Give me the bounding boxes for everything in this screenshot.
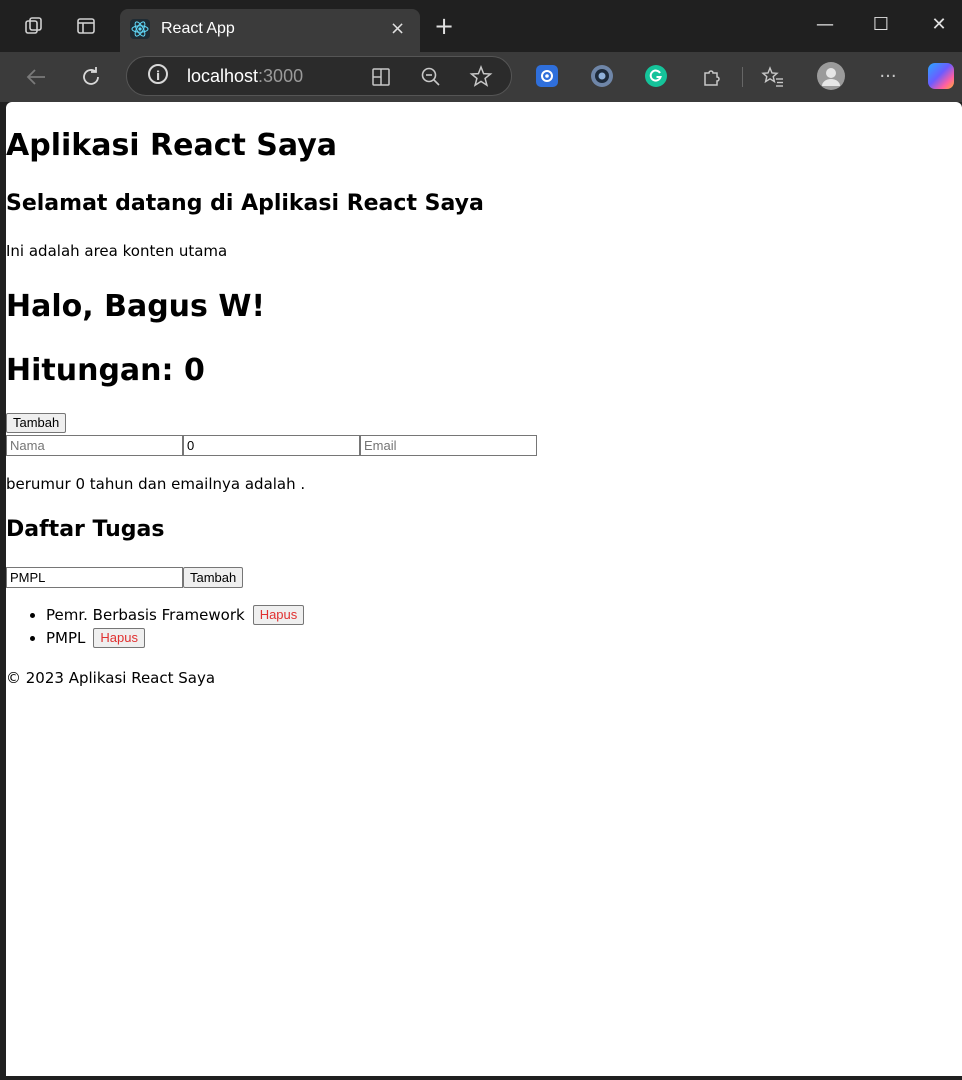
app-title: Aplikasi React Saya <box>6 128 338 163</box>
task-label: PMPL <box>46 629 86 647</box>
page-viewport: Aplikasi React Saya Selamat datang di Ap… <box>6 102 962 1076</box>
tasks-heading: Daftar Tugas <box>6 517 165 542</box>
greeting-heading: Halo, Bagus W! <box>6 289 266 324</box>
site-info-icon[interactable]: i <box>148 64 168 84</box>
url-text[interactable]: localhost:3000 <box>187 66 303 87</box>
browser-tab[interactable]: React App × <box>120 9 420 52</box>
address-bar[interactable] <box>126 56 512 96</box>
task-item: Pemr. Berbasis Framework Hapus <box>46 604 446 627</box>
more-menu-icon[interactable]: ··· <box>875 64 901 90</box>
zoom-out-icon[interactable] <box>418 64 444 90</box>
welcome-heading: Selamat datang di Aplikasi React Saya <box>6 191 484 216</box>
grammarly-icon[interactable] <box>645 65 667 87</box>
profile-avatar-icon[interactable] <box>817 62 845 90</box>
tab-close-icon[interactable]: × <box>390 18 405 40</box>
task-input[interactable] <box>6 567 183 588</box>
toolbar-separator <box>742 67 743 87</box>
add-count-button[interactable]: Tambah <box>6 413 67 433</box>
workspaces-icon[interactable] <box>21 14 45 38</box>
task-list: Pemr. Berbasis Framework Hapus PMPL Hapus <box>6 604 446 650</box>
task-item: PMPL Hapus <box>46 627 446 650</box>
age-email-text: berumur 0 tahun dan emailnya adalah . <box>6 475 306 493</box>
extension-blue-icon[interactable] <box>536 65 558 87</box>
favorite-star-icon[interactable] <box>468 64 494 90</box>
extensions-icon[interactable] <box>699 64 725 90</box>
minimize-icon[interactable]: — <box>810 10 840 40</box>
add-task-button[interactable]: Tambah <box>183 567 244 588</box>
counter-heading: Hitungan: 0 <box>6 353 205 388</box>
task-label: Pemr. Berbasis Framework <box>46 606 245 624</box>
copilot-icon[interactable] <box>928 63 954 89</box>
age-input[interactable] <box>183 435 360 456</box>
delete-task-button[interactable]: Hapus <box>252 605 305 625</box>
delete-task-button[interactable]: Hapus <box>93 628 145 648</box>
split-screen-icon[interactable] <box>368 64 394 90</box>
email-input[interactable] <box>360 435 537 456</box>
refresh-icon[interactable] <box>78 64 104 90</box>
favorites-icon[interactable] <box>760 64 786 90</box>
tab-actions-icon[interactable] <box>74 14 98 38</box>
react-logo-icon <box>130 19 150 39</box>
tab-title: React App <box>161 20 235 37</box>
browser-title-bar: React App × + — ☐ ✕ <box>0 0 962 52</box>
content-text: Ini adalah area konten utama <box>6 242 228 260</box>
close-window-icon[interactable]: ✕ <box>924 10 954 40</box>
name-input[interactable] <box>6 435 183 456</box>
browser-toolbar: i localhost:3000 ··· <box>0 52 962 102</box>
url-host: localhost <box>187 66 259 86</box>
extension-circle-icon[interactable] <box>591 65 613 87</box>
footer-text: © 2023 Aplikasi React Saya <box>6 669 216 687</box>
url-port: :3000 <box>258 66 304 86</box>
maximize-icon[interactable]: ☐ <box>866 10 896 40</box>
back-icon[interactable] <box>23 64 49 90</box>
new-tab-icon[interactable]: + <box>434 14 454 38</box>
